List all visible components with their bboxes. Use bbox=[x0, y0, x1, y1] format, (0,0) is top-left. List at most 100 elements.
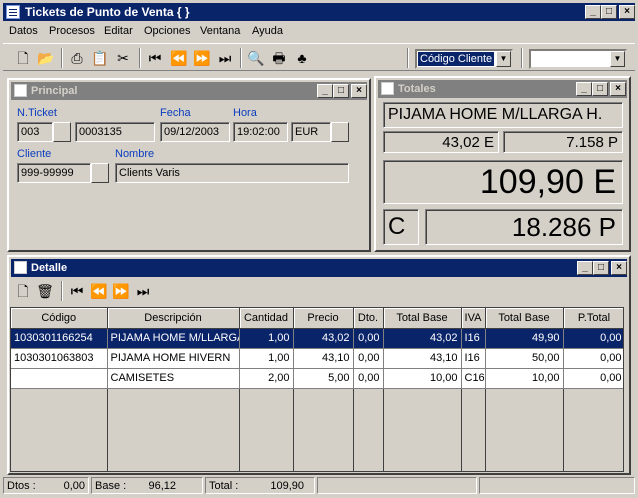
table-row[interactable]: 1030301063803 PIJAMA HOME HIVERN 1,00 43… bbox=[11, 348, 623, 369]
printer-icon[interactable]: 🖶 bbox=[269, 48, 289, 68]
cell-total-base-iva[interactable]: 10,00 bbox=[485, 368, 564, 389]
open-folder-icon[interactable]: 📂 bbox=[36, 48, 56, 68]
cell-total-base-iva[interactable]: 49,90 bbox=[485, 328, 564, 349]
search-field-value: Código Cliente bbox=[418, 52, 495, 66]
cell-ptotal[interactable]: 0,00 bbox=[563, 348, 623, 369]
cell-iva[interactable]: I16 bbox=[461, 348, 486, 369]
empty-grid-area bbox=[11, 388, 623, 471]
first-record-icon[interactable]: ⏮ bbox=[145, 48, 165, 68]
minimize-button[interactable]: _ bbox=[576, 82, 592, 96]
close-button[interactable]: × bbox=[619, 5, 635, 19]
previous-line-icon[interactable]: ⏪ bbox=[89, 281, 109, 301]
cell-total-base[interactable]: 43,02 bbox=[383, 328, 462, 349]
clipboard-icon[interactable]: 📋 bbox=[90, 48, 110, 68]
print-red-icon[interactable]: ⎙ bbox=[67, 48, 87, 68]
fecha-field[interactable]: 09/12/2003 bbox=[160, 122, 230, 142]
ticket-number-field[interactable]: 0003135 bbox=[75, 122, 155, 142]
cell-precio[interactable]: 43,02 bbox=[293, 328, 354, 349]
hora-field[interactable]: 19:02:00 bbox=[233, 122, 288, 142]
cliente-lookup-button[interactable] bbox=[91, 163, 109, 183]
cell-ptotal[interactable]: 0,00 bbox=[563, 328, 623, 349]
maximize-button[interactable]: □ bbox=[333, 84, 349, 98]
last-line-icon[interactable]: ⏭ bbox=[133, 281, 153, 301]
search-icon[interactable]: 🔍 bbox=[246, 48, 266, 68]
menu-datos[interactable]: Datos bbox=[9, 25, 38, 37]
price-eur-display: 43,02 E bbox=[383, 131, 499, 153]
menu-ayuda[interactable]: Ayuda bbox=[252, 25, 283, 37]
cell-codigo[interactable]: 1030301166254 bbox=[11, 328, 108, 349]
cell-total-base[interactable]: 10,00 bbox=[383, 368, 462, 389]
minimize-button[interactable]: _ bbox=[585, 5, 601, 19]
cell-iva[interactable]: C16 bbox=[461, 368, 486, 389]
delete-line-icon[interactable]: 🗑 bbox=[35, 281, 55, 301]
col-header-iva[interactable]: IVA bbox=[461, 308, 486, 329]
menu-opciones[interactable]: Opciones bbox=[144, 25, 190, 37]
cliente-field[interactable]: 999-99999 bbox=[17, 163, 91, 183]
maximize-button[interactable]: □ bbox=[601, 5, 617, 19]
last-record-icon[interactable]: ⏭ bbox=[215, 48, 235, 68]
close-button[interactable]: × bbox=[351, 84, 367, 98]
status-base-label: Base : bbox=[95, 480, 127, 492]
cell-iva[interactable]: I16 bbox=[461, 328, 486, 349]
first-line-icon[interactable]: ⏮ bbox=[67, 281, 87, 301]
menu-editar[interactable]: Editar bbox=[104, 25, 133, 37]
maximize-button[interactable]: □ bbox=[593, 261, 609, 275]
col-header-total-base[interactable]: Total Base bbox=[383, 308, 462, 329]
col-header-dto[interactable]: Dto. bbox=[353, 308, 384, 329]
cell-dto[interactable]: 0,00 bbox=[353, 328, 384, 349]
tree-icon[interactable]: ♣ bbox=[292, 48, 312, 68]
detalle-grid: Código Descripción Cantidad Precio Dto. … bbox=[10, 307, 624, 472]
next-record-icon[interactable]: ⏩ bbox=[192, 48, 212, 68]
cell-ptotal[interactable]: 0,00 bbox=[563, 368, 623, 389]
cell-descripcion[interactable]: PIJAMA HOME HIVERN bbox=[107, 348, 240, 369]
col-header-descripcion[interactable]: Descripción bbox=[107, 308, 240, 329]
status-dtos-label: Dtos : bbox=[7, 480, 36, 492]
cell-codigo[interactable]: 1030301063803 bbox=[11, 348, 108, 369]
totales-titlebar: Totales _ □ × bbox=[378, 80, 627, 98]
chevron-down-icon[interactable]: ▼ bbox=[610, 51, 625, 67]
minimize-button[interactable]: _ bbox=[577, 261, 593, 275]
nombre-field[interactable]: Clients Varis bbox=[115, 163, 349, 183]
cell-dto[interactable]: 0,00 bbox=[353, 348, 384, 369]
minimize-button[interactable]: _ bbox=[317, 84, 333, 98]
new-line-icon[interactable]: 🗋 bbox=[13, 281, 33, 301]
col-header-codigo[interactable]: Código bbox=[11, 308, 108, 329]
maximize-button[interactable]: □ bbox=[592, 82, 608, 96]
cell-precio[interactable]: 5,00 bbox=[293, 368, 354, 389]
table-row[interactable]: CAMISETES 2,00 5,00 0,00 10,00 C16 10,00… bbox=[11, 368, 623, 389]
cell-precio[interactable]: 43,10 bbox=[293, 348, 354, 369]
next-line-icon[interactable]: ⏩ bbox=[111, 281, 131, 301]
close-button[interactable]: × bbox=[610, 82, 626, 96]
col-header-precio[interactable]: Precio bbox=[293, 308, 354, 329]
total-ptas-display: 18.286 P bbox=[425, 209, 623, 245]
totales-panel: Totales _ □ × PIJAMA HOME M/LLARGA H. 43… bbox=[374, 76, 631, 252]
cell-cantidad[interactable]: 1,00 bbox=[239, 328, 294, 349]
status-panel bbox=[317, 477, 477, 494]
cell-descripcion[interactable]: CAMISETES bbox=[107, 368, 240, 389]
moneda-field[interactable]: EUR bbox=[291, 122, 331, 142]
previous-record-icon[interactable]: ⏪ bbox=[169, 48, 189, 68]
serie-lookup-button[interactable] bbox=[53, 122, 71, 142]
cell-codigo[interactable] bbox=[11, 368, 108, 389]
new-icon[interactable]: 🗋 bbox=[13, 48, 33, 68]
cell-cantidad[interactable]: 2,00 bbox=[239, 368, 294, 389]
close-button[interactable]: × bbox=[611, 261, 627, 275]
search-field-select[interactable]: Código Cliente ▼ bbox=[415, 49, 513, 69]
chevron-down-icon[interactable]: ▼ bbox=[496, 51, 511, 67]
cell-dto[interactable]: 0,00 bbox=[353, 368, 384, 389]
moneda-lookup-button[interactable] bbox=[331, 122, 349, 142]
cell-cantidad[interactable]: 1,00 bbox=[239, 348, 294, 369]
table-row[interactable]: 1030301166254 PIJAMA HOME M/LLARGA 1,00 … bbox=[11, 328, 623, 349]
col-header-cantidad[interactable]: Cantidad bbox=[239, 308, 294, 329]
cell-total-base[interactable]: 43,10 bbox=[383, 348, 462, 369]
menu-ventana[interactable]: Ventana bbox=[200, 25, 240, 37]
cell-total-base-iva[interactable]: 50,00 bbox=[485, 348, 564, 369]
status-panel bbox=[479, 477, 635, 494]
serie-field[interactable]: 003 bbox=[17, 122, 53, 142]
col-header-total-base-iva[interactable]: Total Base bbox=[485, 308, 564, 329]
cell-descripcion[interactable]: PIJAMA HOME M/LLARGA bbox=[107, 328, 240, 349]
col-header-ptotal[interactable]: P.Total bbox=[563, 308, 623, 329]
extra-select[interactable]: ▼ bbox=[529, 49, 627, 69]
cut-icon[interactable]: ✂ bbox=[113, 48, 133, 68]
menu-procesos[interactable]: Procesos bbox=[49, 25, 95, 37]
